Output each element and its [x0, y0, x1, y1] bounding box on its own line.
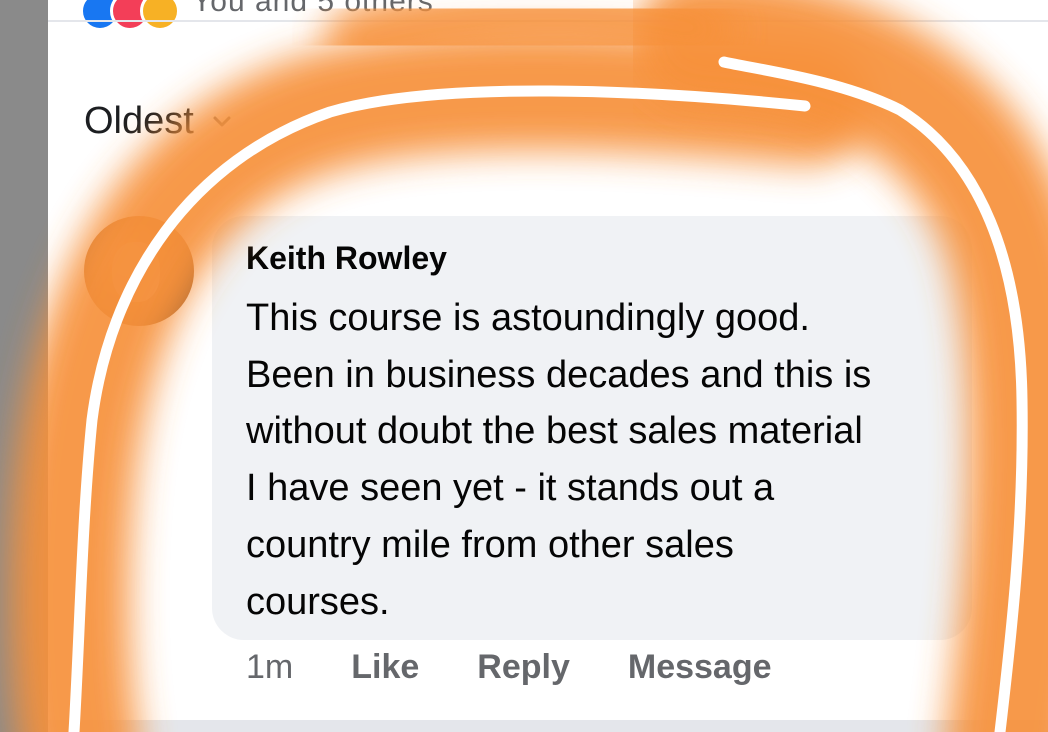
- message-button[interactable]: Message: [628, 648, 772, 687]
- comment-text: This course is astoundingly good. Been i…: [246, 290, 871, 630]
- sort-label: Oldest: [84, 100, 194, 142]
- reply-button[interactable]: Reply: [477, 648, 570, 687]
- avatar-face: [112, 242, 160, 302]
- care-icon: [140, 0, 180, 31]
- bottom-divider: [48, 720, 1048, 732]
- comment-line: Been in business decades and this is: [246, 353, 872, 396]
- comment-line: This course is astoundingly good.: [246, 297, 810, 339]
- comment-actions: 1m Like Reply Message: [246, 648, 830, 687]
- chevron-down-icon: [213, 116, 231, 126]
- sort-dropdown[interactable]: Oldest: [84, 100, 232, 143]
- comment-line: courses.: [246, 580, 390, 623]
- comment-line: I have seen yet - it stands out a: [246, 467, 775, 510]
- reaction-summary[interactable]: You and 5 others: [80, 0, 434, 36]
- comment-line: without doubt the best sales material: [246, 410, 863, 453]
- comment-author[interactable]: Keith Rowley: [246, 240, 447, 277]
- like-button[interactable]: Like: [351, 648, 419, 687]
- avatar[interactable]: [84, 216, 194, 326]
- left-edge-bar: [0, 0, 48, 732]
- comment-timestamp[interactable]: 1m: [246, 648, 293, 687]
- reactions-count-text[interactable]: You and 5 others: [192, 0, 434, 19]
- divider: [48, 20, 1048, 22]
- comment-line: country mile from other sales: [246, 523, 734, 566]
